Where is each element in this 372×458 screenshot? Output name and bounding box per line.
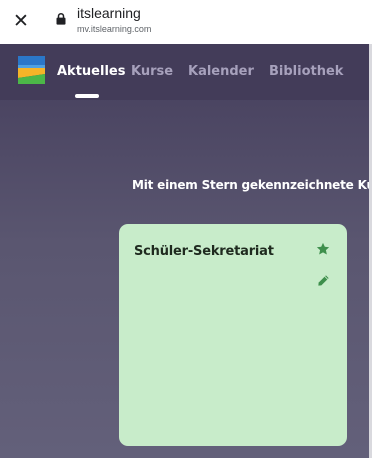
tab-kalender[interactable]: Kalender <box>188 64 254 80</box>
app-page: Aktuelles Kurse Kalender Bibliothek Mit … <box>0 44 372 458</box>
course-card[interactable]: Schüler-Sekretariat <box>119 224 347 446</box>
pencil-icon[interactable] <box>317 274 330 287</box>
star-icon[interactable] <box>316 242 330 256</box>
tab-bibliothek[interactable]: Bibliothek <box>269 64 343 80</box>
active-tab-indicator <box>75 94 99 98</box>
lock-icon <box>56 12 66 25</box>
course-title: Schüler-Sekretariat <box>134 244 274 259</box>
site-url: mv.itslearning.com <box>77 24 152 34</box>
tab-aktuelles[interactable]: Aktuelles <box>57 64 125 80</box>
browser-bar: ✕ itslearning mv.itslearning.com <box>0 0 372 44</box>
close-icon: ✕ <box>13 9 29 32</box>
tab-kurse[interactable]: Kurse <box>131 64 173 80</box>
site-title: itslearning <box>77 5 141 21</box>
top-navigation: Aktuelles Kurse Kalender Bibliothek <box>0 44 369 100</box>
close-button[interactable]: ✕ <box>10 10 32 32</box>
starred-courses-hint: Mit einem Stern gekennzeichnete Ku <box>132 178 372 192</box>
itslearning-logo[interactable] <box>18 56 45 84</box>
